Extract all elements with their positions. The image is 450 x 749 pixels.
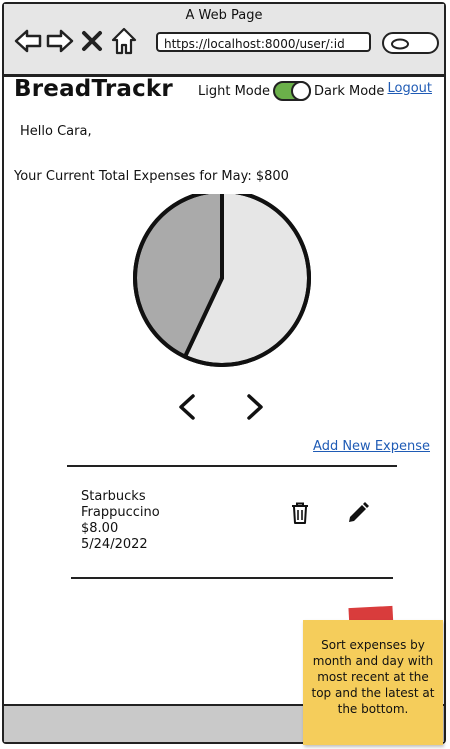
- delete-expense-button[interactable]: [290, 502, 310, 528]
- light-mode-label: Light Mode: [198, 83, 270, 99]
- trash-icon: [292, 502, 308, 524]
- search-icon: [391, 38, 409, 50]
- browser-search-field[interactable]: [382, 32, 439, 54]
- expense-divider-bottom: [71, 577, 393, 579]
- expense-total: Your Current Total Expenses for May: $80…: [14, 169, 289, 184]
- sticky-note: Sort expenses by month and day with most…: [303, 620, 443, 745]
- toggle-knob: [291, 81, 311, 101]
- next-month-button[interactable]: [240, 390, 270, 424]
- expense-item: Starbucks Frappuccino $8.00 5/24/2022: [81, 489, 160, 553]
- theme-switch: Light Mode Dark Mode: [198, 81, 384, 101]
- expense-amount: $8.00: [81, 521, 119, 536]
- greeting: Hello Cara,: [20, 124, 92, 139]
- expense-divider-top: [67, 465, 397, 467]
- logout-link[interactable]: Logout: [387, 81, 432, 96]
- edit-expense-button[interactable]: [346, 501, 370, 529]
- address-bar[interactable]: https://localhost:8000/user/:id: [156, 32, 371, 52]
- back-arrow-icon[interactable]: [14, 26, 42, 56]
- browser-chrome: A Web Page https://localhost:8000/user/:…: [4, 4, 444, 77]
- window-title: A Web Page: [185, 8, 263, 23]
- dark-mode-label: Dark Mode: [314, 83, 385, 99]
- previous-month-button[interactable]: [172, 390, 202, 424]
- forward-arrow-icon[interactable]: [46, 26, 74, 56]
- stop-x-icon[interactable]: [78, 26, 106, 56]
- expense-merchant: Starbucks: [81, 489, 146, 504]
- chevron-left-icon: [179, 394, 195, 420]
- nav-controls: [14, 24, 138, 58]
- app-brand: BreadTrackr: [14, 76, 173, 102]
- expense-pie-chart: [133, 194, 311, 367]
- chevron-right-icon: [247, 394, 263, 420]
- home-icon[interactable]: [110, 26, 138, 56]
- expense-item-name: Frappuccino: [81, 505, 160, 520]
- theme-toggle[interactable]: [273, 81, 311, 101]
- pencil-icon: [349, 502, 369, 522]
- add-new-expense-link[interactable]: Add New Expense: [313, 439, 430, 454]
- expense-date: 5/24/2022: [81, 537, 148, 552]
